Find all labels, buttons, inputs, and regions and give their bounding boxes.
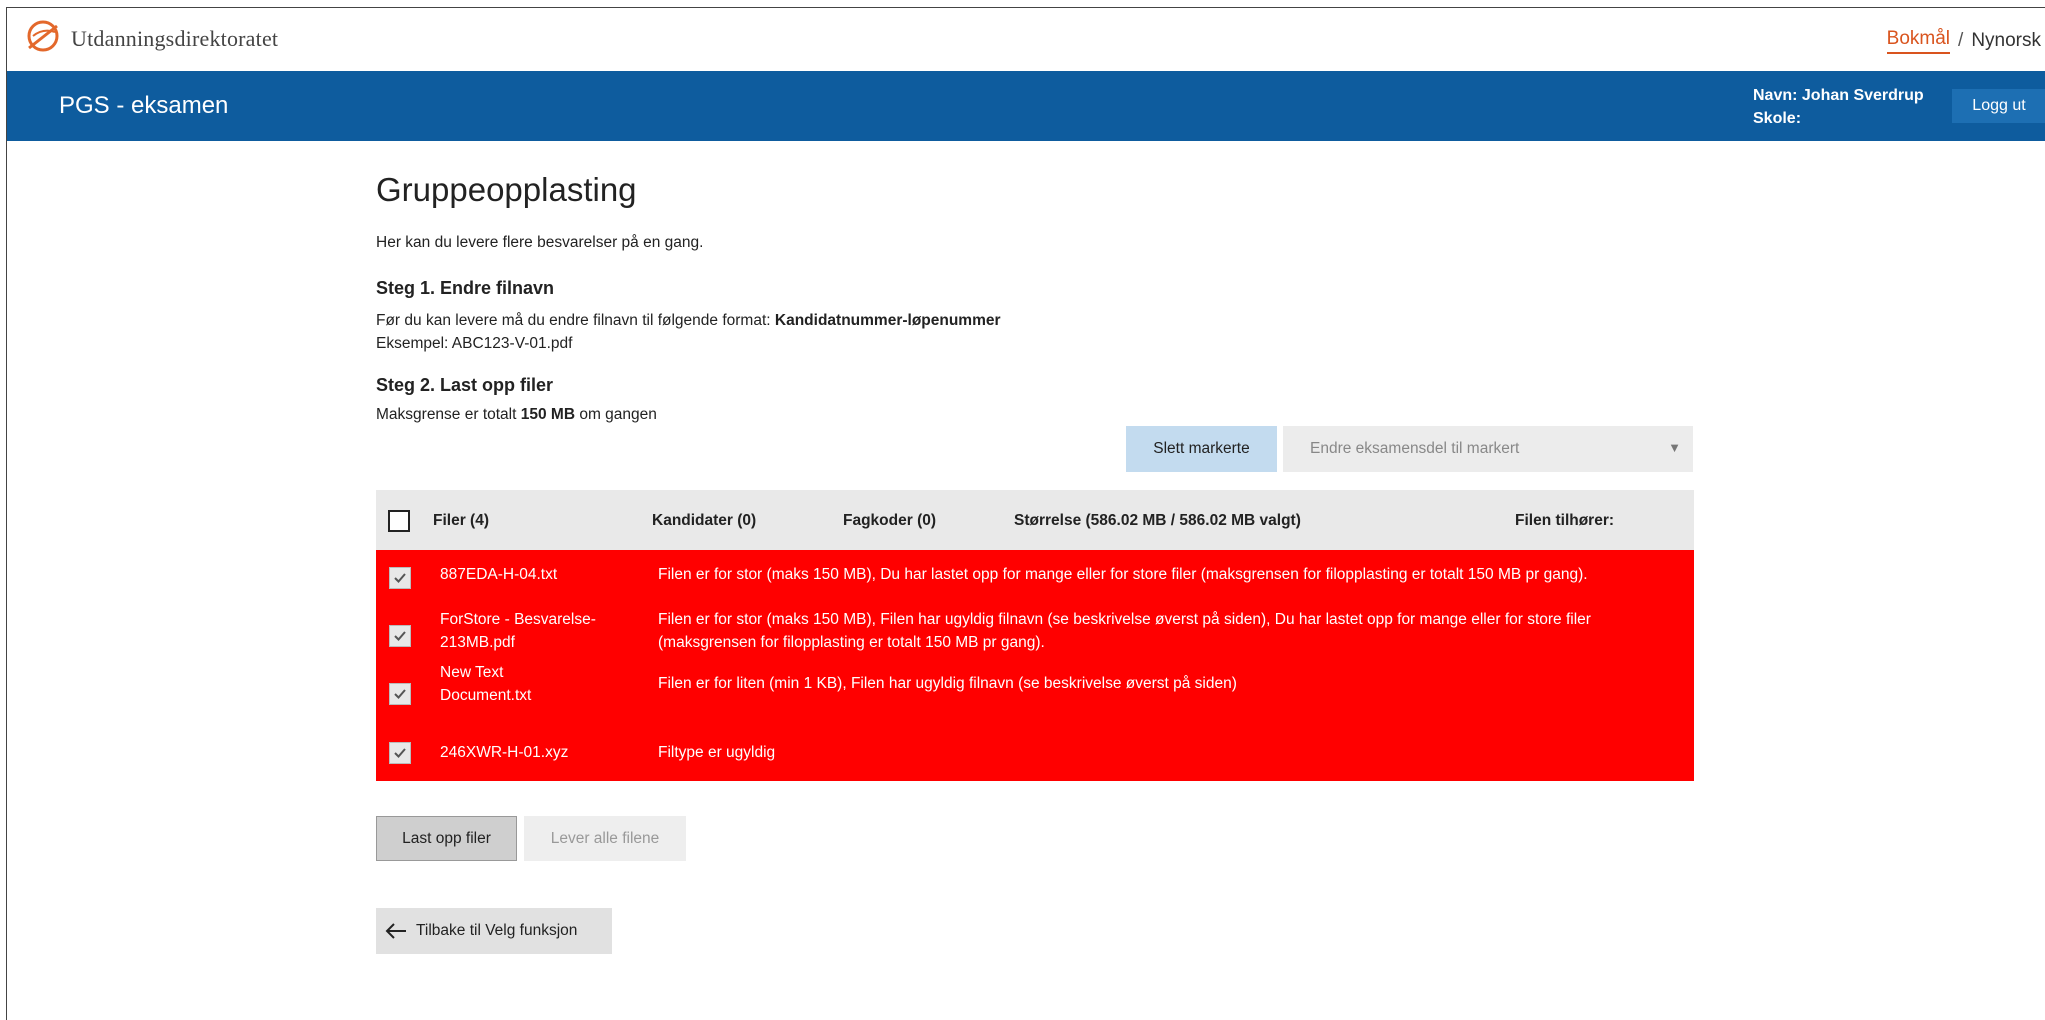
row-checkbox[interactable] bbox=[389, 567, 411, 589]
step2-heading: Steg 2. Last opp filer bbox=[376, 375, 554, 395]
row-error: Filen er for liten (min 1 KB), Filen har… bbox=[658, 675, 1237, 692]
brand-logo[interactable]: Utdanningsdirektoratet bbox=[25, 18, 278, 59]
checkmark-icon bbox=[394, 689, 406, 699]
row-checkbox[interactable] bbox=[389, 625, 411, 647]
app-header: PGS - eksamen Navn: Johan Sverdrup Skole… bbox=[7, 71, 2045, 141]
upload-files-button[interactable]: Last opp filer bbox=[376, 816, 517, 861]
step1-example: Eksempel: ABC123-V-01.pdf bbox=[376, 335, 573, 352]
row-error: Filen er for stor (maks 150 MB), Filen h… bbox=[658, 611, 1591, 651]
user-info: Navn: Johan Sverdrup Skole: bbox=[1753, 84, 1924, 130]
logout-button[interactable]: Logg ut bbox=[1952, 89, 2045, 123]
back-button[interactable]: Tilbake til Velg funksjon bbox=[376, 908, 612, 954]
udir-logo-icon bbox=[25, 18, 61, 59]
row-checkbox[interactable] bbox=[389, 683, 411, 705]
page-frame: Utdanningsdirektoratet Bokmål / Nynorsk … bbox=[6, 7, 2045, 1020]
table-header: Filer (4) Kandidater (0) Fagkoder (0) St… bbox=[376, 490, 1694, 550]
delete-selected-button[interactable]: Slett markerte bbox=[1126, 426, 1277, 472]
user-name: Navn: Johan Sverdrup bbox=[1753, 87, 1924, 104]
page-title: Gruppeopplasting bbox=[376, 171, 637, 208]
header-subject-codes[interactable]: Fagkoder (0) bbox=[843, 512, 936, 530]
lang-nynorsk[interactable]: Nynorsk bbox=[1971, 30, 2041, 52]
row-checkbox[interactable] bbox=[389, 742, 411, 764]
step1-text: Før du kan levere må du endre filnavn ti… bbox=[376, 309, 1001, 355]
arrow-left-icon bbox=[385, 923, 406, 939]
lang-separator: / bbox=[1958, 30, 1964, 51]
step1-heading: Steg 1. Endre filnavn bbox=[376, 278, 555, 298]
table-row: 246XWR-H-01.xyz Filtype er ugyldig bbox=[376, 712, 1694, 781]
row-file-name: New Text Document.txt bbox=[440, 664, 532, 704]
lang-bokmal[interactable]: Bokmål bbox=[1886, 28, 1951, 54]
step2-text: Maksgrense er totalt 150 MB om gangen bbox=[376, 406, 657, 424]
step2-limit: 150 MB bbox=[520, 406, 576, 423]
row-file-name: 246XWR-H-01.xyz bbox=[440, 744, 569, 761]
checkmark-icon bbox=[394, 631, 406, 641]
brand-name: Utdanningsdirektoratet bbox=[71, 25, 279, 51]
header-candidates[interactable]: Kandidater (0) bbox=[652, 512, 756, 530]
table-row: ForStore - Besvarelse-213MB.pdf Filen er… bbox=[376, 596, 1694, 654]
language-switcher: Bokmål / Nynorsk bbox=[1886, 28, 2041, 54]
caret-down-icon: ▼ bbox=[1668, 440, 1681, 455]
files-table: Filer (4) Kandidater (0) Fagkoder (0) St… bbox=[376, 490, 1694, 781]
select-placeholder: Endre eksamensdel til markert bbox=[1310, 440, 1520, 457]
header-belongs-to: Filen tilhører: bbox=[1515, 512, 1615, 529]
step2-suffix: om gangen bbox=[575, 406, 657, 423]
deliver-all-button[interactable]: Lever alle filene bbox=[524, 816, 686, 861]
app-title[interactable]: PGS - eksamen bbox=[59, 92, 228, 120]
change-exam-part-select[interactable]: Endre eksamensdel til markert ▼ bbox=[1283, 426, 1693, 472]
checkmark-icon bbox=[394, 573, 406, 583]
table-row: 887EDA-H-04.txt Filen er for stor (maks … bbox=[376, 550, 1694, 596]
top-bar: Utdanningsdirektoratet Bokmål / Nynorsk bbox=[7, 8, 2045, 71]
checkmark-icon bbox=[394, 748, 406, 758]
intro-text: Her kan du levere flere besvarelser på e… bbox=[376, 234, 704, 251]
user-school: Skole: bbox=[1753, 110, 1802, 127]
row-file-name: ForStore - Besvarelse-213MB.pdf bbox=[440, 611, 596, 651]
table-body: 887EDA-H-04.txt Filen er for stor (maks … bbox=[376, 550, 1694, 781]
table-row: New Text Document.txt Filen er for liten… bbox=[376, 654, 1694, 712]
header-files[interactable]: Filer (4) bbox=[433, 512, 489, 530]
step1-format: Kandidatnummer-løpenummer bbox=[774, 312, 1001, 329]
header-size[interactable]: Størrelse (586.02 MB / 586.02 MB valgt) bbox=[1014, 512, 1301, 530]
row-error: Filen er for stor (maks 150 MB), Du har … bbox=[658, 566, 1588, 583]
row-file-name: 887EDA-H-04.txt bbox=[440, 566, 558, 583]
row-error: Filtype er ugyldig bbox=[658, 744, 776, 761]
select-all-checkbox[interactable] bbox=[388, 510, 410, 532]
step1-prefix: Før du kan levere må du endre filnavn ti… bbox=[376, 312, 775, 329]
step2-prefix: Maksgrense er totalt bbox=[376, 406, 521, 423]
back-button-label: Tilbake til Velg funksjon bbox=[416, 922, 578, 939]
